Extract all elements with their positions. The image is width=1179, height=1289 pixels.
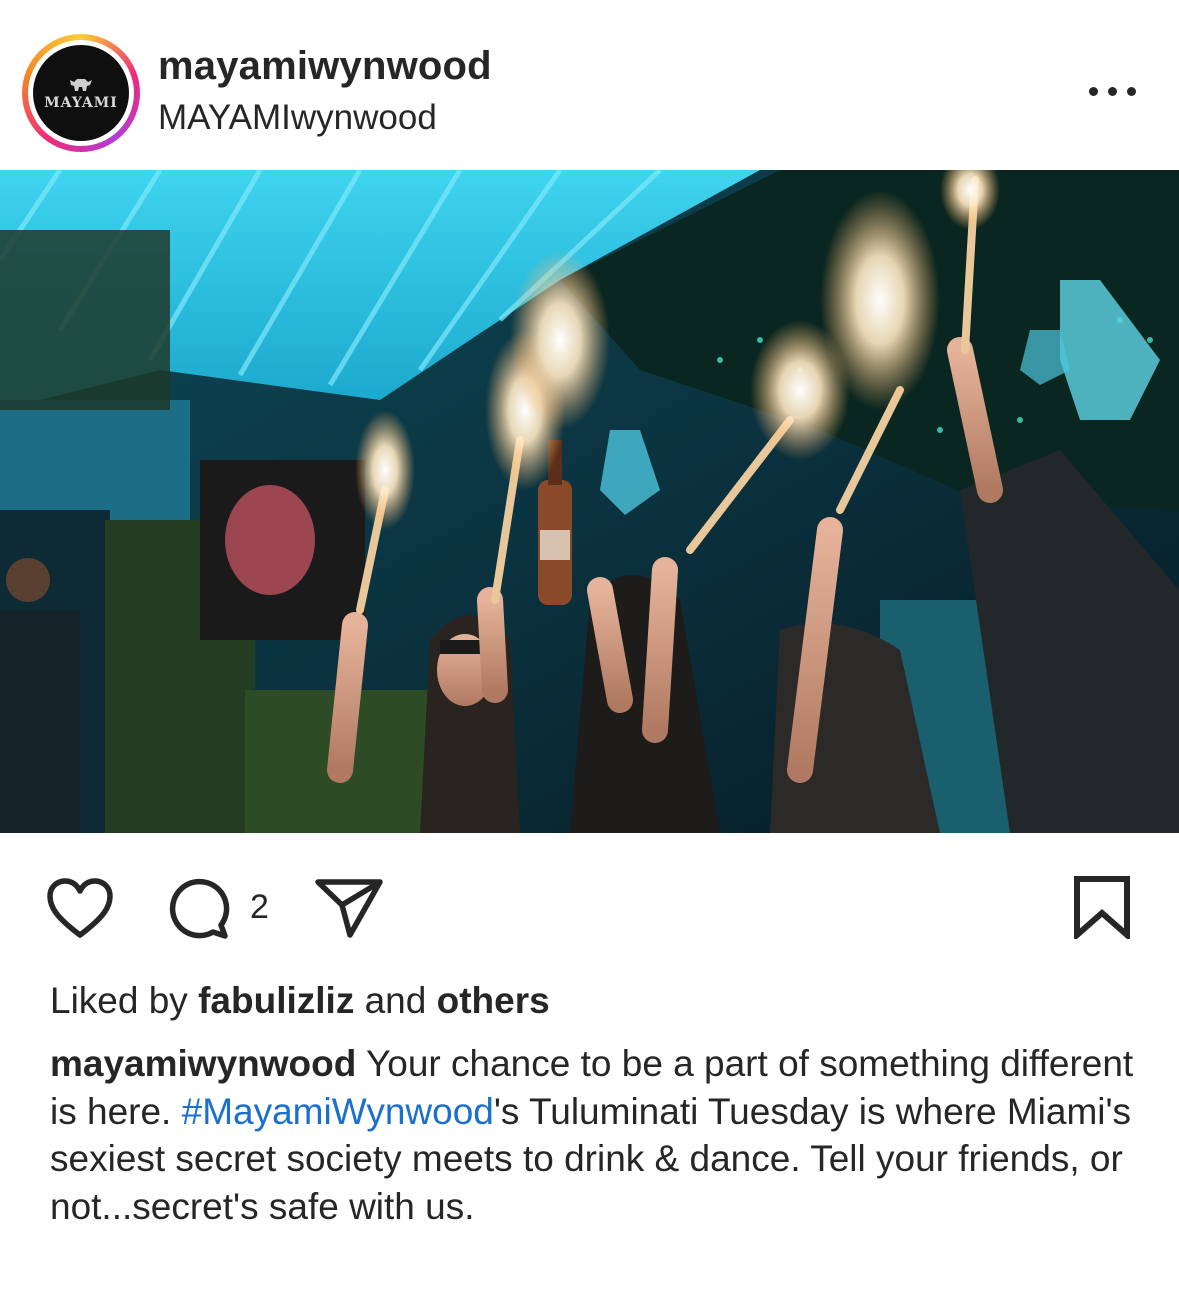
- liked-by-user[interactable]: fabulizliz: [198, 980, 354, 1021]
- likes-line[interactable]: Liked by fabulizliz and others: [50, 980, 550, 1022]
- likes-others[interactable]: others: [437, 980, 550, 1021]
- post-subtitle[interactable]: MAYAMIwynwood: [158, 98, 437, 138]
- comment-count[interactable]: 2: [250, 888, 269, 927]
- avatar[interactable]: MAYAMI: [33, 45, 129, 141]
- heart-icon[interactable]: [46, 877, 114, 939]
- caption-hashtag[interactable]: #MayamiWynwood: [182, 1091, 494, 1132]
- more-options-icon[interactable]: [1082, 76, 1142, 106]
- post-photo[interactable]: [0, 170, 1179, 833]
- post-caption: mayamiwynwood Your chance to be a part o…: [50, 1040, 1140, 1230]
- post-username[interactable]: mayamiwynwood: [158, 44, 492, 89]
- comment-icon[interactable]: [165, 875, 231, 941]
- bookmark-icon[interactable]: [1072, 875, 1132, 939]
- likes-connector: and: [364, 980, 427, 1021]
- story-ring[interactable]: MAYAMI: [22, 34, 140, 152]
- bull-logo-icon: [70, 78, 92, 91]
- avatar-logo-text: MAYAMI: [44, 94, 118, 111]
- post-header: MAYAMI mayamiwynwood MAYAMIwynwood: [0, 0, 1179, 170]
- send-icon[interactable]: [314, 877, 384, 939]
- caption-username[interactable]: mayamiwynwood: [50, 1043, 356, 1084]
- likes-prefix: Liked by: [50, 980, 188, 1021]
- action-bar: [0, 833, 1179, 973]
